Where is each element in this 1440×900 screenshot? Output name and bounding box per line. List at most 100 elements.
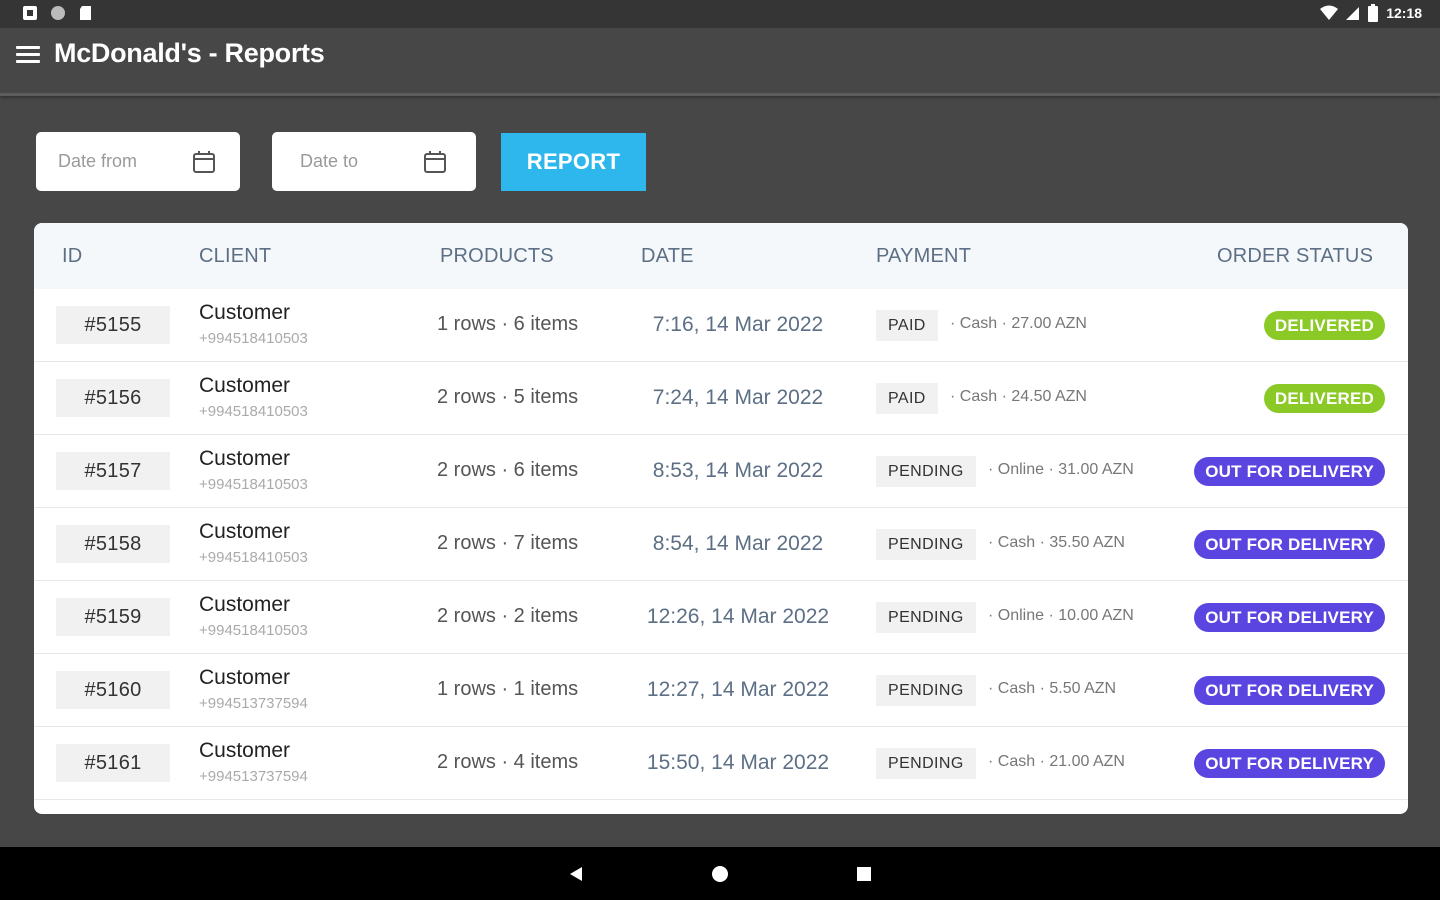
products-summary: 2 rows · 2 items — [437, 605, 579, 627]
notification-icon — [23, 6, 37, 20]
table-row[interactable]: #5160 Customer +994513737594 1 rows · 1 … — [34, 654, 1408, 727]
page-title: McDonald's - Reports — [54, 38, 325, 68]
status-bar-notifications — [22, 5, 94, 21]
date-to-field[interactable] — [272, 132, 476, 191]
client-phone: +994518410503 — [199, 549, 308, 566]
header-client: CLIENT — [199, 245, 272, 267]
order-date: 8:54, 14 Mar 2022 — [652, 532, 824, 555]
payment-method: Online — [997, 461, 1045, 478]
order-status-badge: OUT FOR DELIVERY — [1194, 457, 1385, 486]
signal-icon — [1346, 7, 1360, 20]
table-header: ID CLIENT PRODUCTS DATE PAYMENT ORDER ST… — [34, 223, 1408, 289]
home-icon[interactable] — [708, 862, 732, 886]
client-name: Customer — [199, 520, 291, 543]
products-summary: 2 rows · 7 items — [437, 532, 579, 554]
orders-table: ID CLIENT PRODUCTS DATE PAYMENT ORDER ST… — [34, 223, 1408, 814]
hamburger-icon[interactable] — [16, 46, 40, 66]
products-summary: 1 rows · 1 items — [437, 678, 579, 700]
status-bar-system: 12:18 — [1320, 4, 1422, 22]
order-status-badge: OUT FOR DELIVERY — [1194, 530, 1385, 559]
products-summary: 2 rows · 5 items — [437, 386, 579, 408]
order-status-badge: DELIVERED — [1263, 384, 1385, 413]
circle-icon — [51, 6, 65, 20]
payment-status-badge: PENDING — [876, 675, 976, 706]
order-status-badge: OUT FOR DELIVERY — [1194, 676, 1385, 705]
payment-status-badge: PENDING — [876, 456, 976, 487]
client-name: Customer — [199, 666, 291, 689]
payment-method: Online — [997, 607, 1045, 624]
payment-amount: 21.00 AZN — [1049, 753, 1125, 770]
payment-method: Cash — [997, 680, 1036, 697]
order-date: 7:24, 14 Mar 2022 — [652, 386, 824, 409]
payment-method: Cash — [997, 534, 1036, 551]
payment-method: Cash — [959, 388, 998, 405]
app-bar: McDonald's - Reports — [0, 28, 1440, 96]
client-phone: +994513737594 — [199, 695, 308, 712]
order-date: 12:27, 14 Mar 2022 — [646, 678, 830, 701]
payment-details: · Cash · 27.00 AZN — [950, 315, 1087, 332]
products-summary: 1 rows · 6 items — [437, 313, 579, 335]
sd-card-icon — [80, 6, 91, 20]
client-name: Customer — [199, 301, 291, 324]
client-name: Customer — [199, 447, 291, 470]
client-name: Customer — [199, 739, 291, 762]
order-id: #5157 — [56, 452, 170, 490]
payment-method: Cash — [997, 753, 1036, 770]
order-date: 15:50, 14 Mar 2022 — [646, 751, 830, 774]
payment-status-badge: PAID — [876, 310, 938, 341]
client-name: Customer — [199, 593, 291, 616]
payment-status-badge: PAID — [876, 383, 938, 414]
navigation-bar — [0, 847, 1440, 900]
order-id: #5156 — [56, 379, 170, 417]
table-row[interactable]: #5159 Customer +994518410503 2 rows · 2 … — [34, 581, 1408, 654]
payment-amount: 10.00 AZN — [1058, 607, 1134, 624]
order-date: 8:53, 14 Mar 2022 — [652, 459, 824, 482]
battery-icon — [1368, 4, 1379, 22]
client-phone: +994518410503 — [199, 403, 308, 420]
header-id: ID — [62, 245, 83, 267]
client-phone: +994518410503 — [199, 622, 308, 639]
payment-details: · Online · 31.00 AZN — [988, 461, 1134, 478]
header-order-status: ORDER STATUS — [1217, 245, 1374, 267]
header-products: PRODUCTS — [440, 245, 554, 267]
order-status-badge: OUT FOR DELIVERY — [1194, 749, 1385, 778]
order-id: #5161 — [56, 744, 170, 782]
calendar-icon[interactable] — [423, 150, 447, 174]
order-status-badge: OUT FOR DELIVERY — [1194, 603, 1385, 632]
client-phone: +994518410503 — [199, 330, 308, 347]
status-time: 12:18 — [1386, 5, 1422, 21]
payment-method: Cash — [959, 315, 998, 332]
client-phone: +994518410503 — [199, 476, 308, 493]
wifi-icon — [1320, 5, 1339, 20]
payment-status-badge: PENDING — [876, 602, 976, 633]
table-row[interactable]: #5156 Customer +994518410503 2 rows · 5 … — [34, 362, 1408, 435]
payment-amount: 24.50 AZN — [1011, 388, 1087, 405]
payment-amount: 5.50 AZN — [1049, 680, 1117, 697]
header-date: DATE — [641, 245, 694, 267]
payment-status-badge: PENDING — [876, 748, 976, 779]
payment-details: · Online · 10.00 AZN — [988, 607, 1134, 624]
table-row[interactable]: #5155 Customer +994518410503 1 rows · 6 … — [34, 289, 1408, 362]
payment-amount: 31.00 AZN — [1058, 461, 1134, 478]
table-row[interactable]: #5158 Customer +994518410503 2 rows · 7 … — [34, 508, 1408, 581]
order-date: 12:26, 14 Mar 2022 — [646, 605, 830, 628]
order-date: 7:16, 14 Mar 2022 — [652, 313, 824, 336]
recents-icon[interactable] — [852, 862, 876, 886]
payment-status-badge: PENDING — [876, 529, 976, 560]
payment-details: · Cash · 21.00 AZN — [988, 753, 1125, 770]
payment-details: · Cash · 24.50 AZN — [950, 388, 1087, 405]
table-row[interactable]: #5157 Customer +994518410503 2 rows · 6 … — [34, 435, 1408, 508]
order-id: #5155 — [56, 306, 170, 344]
order-id: #5159 — [56, 598, 170, 636]
order-id: #5160 — [56, 671, 170, 709]
back-icon[interactable] — [564, 862, 588, 886]
payment-amount: 35.50 AZN — [1049, 534, 1125, 551]
date-from-field[interactable] — [36, 132, 240, 191]
report-button[interactable]: REPORT — [501, 133, 646, 191]
products-summary: 2 rows · 6 items — [437, 459, 579, 481]
calendar-icon[interactable] — [192, 150, 216, 174]
products-summary: 2 rows · 4 items — [437, 751, 579, 773]
payment-amount: 27.00 AZN — [1011, 315, 1087, 332]
table-row[interactable]: #5161 Customer +994513737594 2 rows · 4 … — [34, 727, 1408, 800]
header-payment: PAYMENT — [876, 245, 972, 267]
